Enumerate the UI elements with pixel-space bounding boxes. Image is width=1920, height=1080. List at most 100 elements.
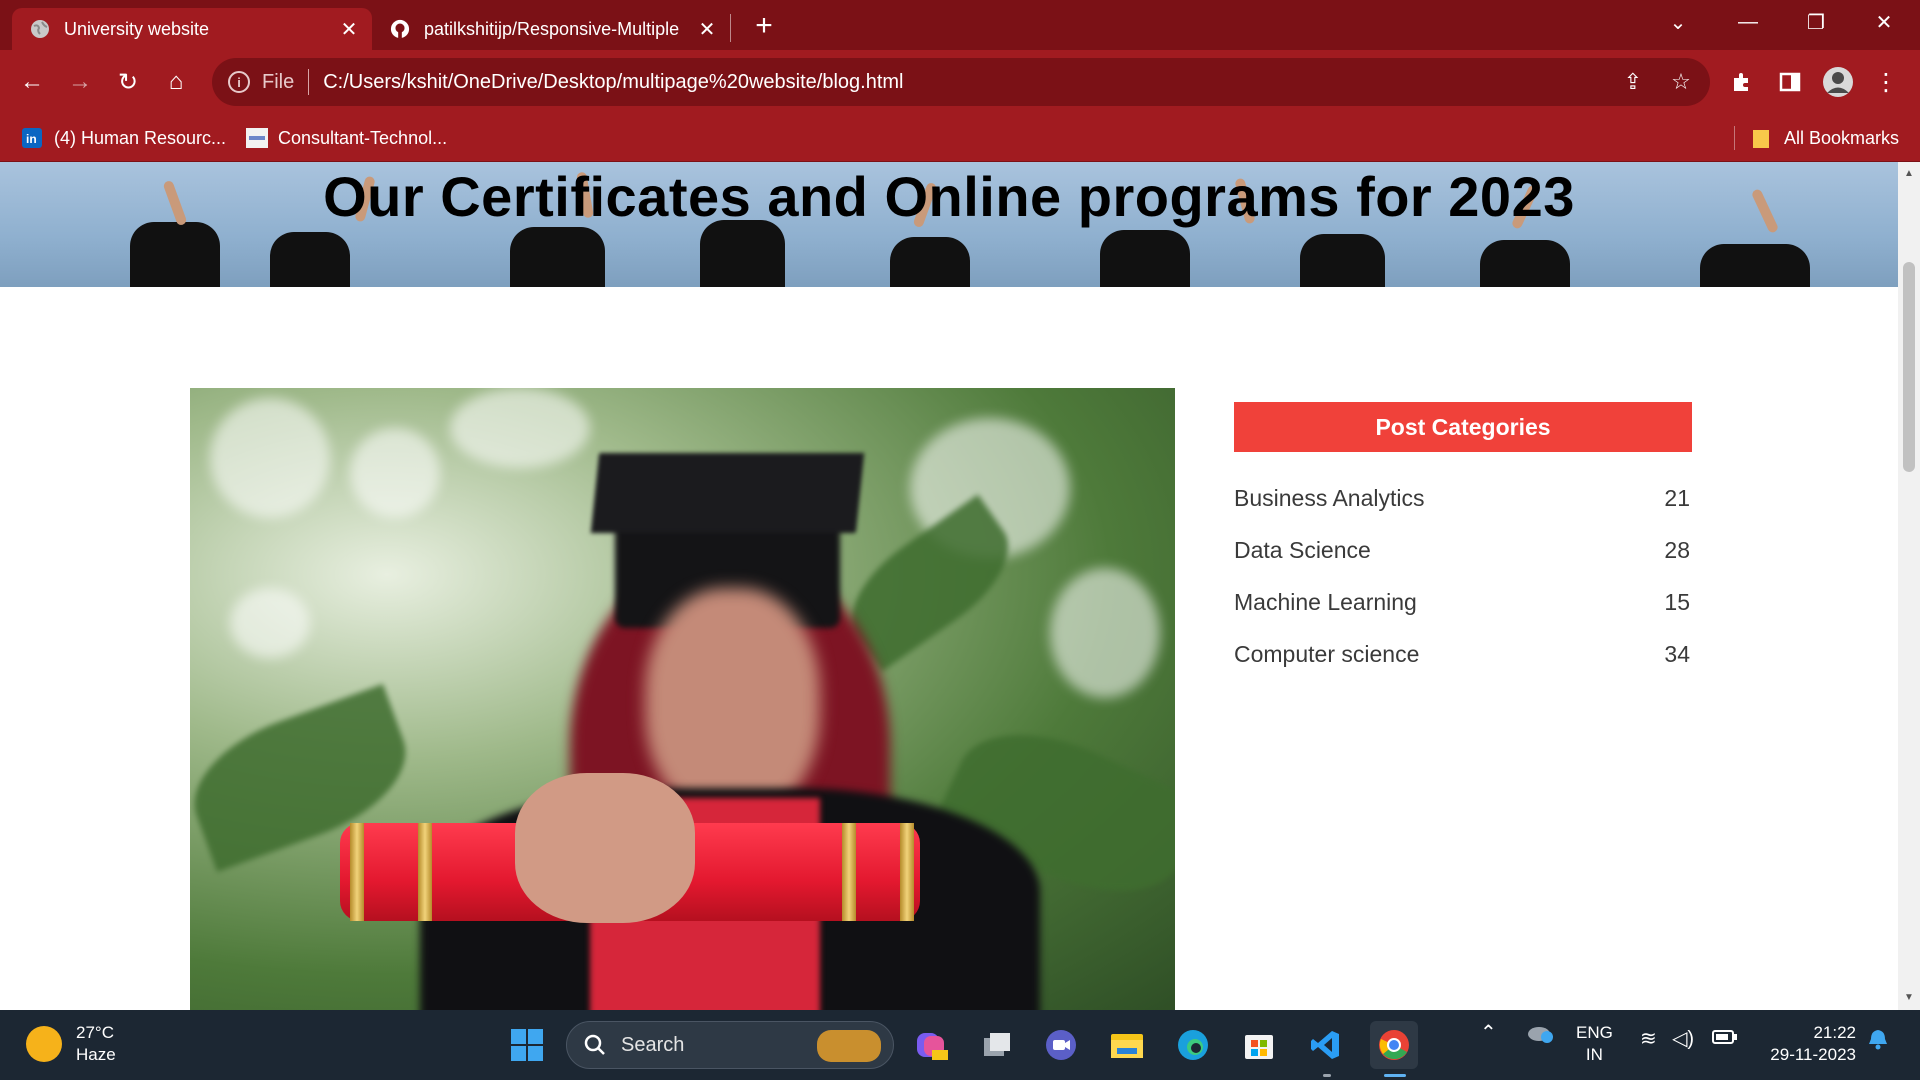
battery-icon[interactable]	[1712, 1028, 1738, 1052]
taskbar-search[interactable]: Search	[566, 1021, 894, 1069]
all-bookmarks-button[interactable]: All Bookmarks	[1752, 124, 1899, 152]
tab-github-repo[interactable]: patilkshitijp/Responsive-Multiple ✕	[372, 8, 730, 50]
restore-button[interactable]: ❐	[1788, 4, 1844, 40]
close-tab-icon[interactable]: ✕	[692, 14, 722, 44]
onedrive-icon[interactable]	[1526, 1022, 1554, 1050]
tray-overflow-chevron-icon[interactable]: ⌃	[1480, 1022, 1497, 1044]
clock-date: 29-11-2023	[1770, 1045, 1856, 1064]
scrollbar-thumb[interactable]	[1903, 262, 1915, 472]
side-panel-icon[interactable]	[1770, 62, 1810, 102]
minimize-button[interactable]: —	[1720, 4, 1776, 40]
linkedin-icon: in	[22, 128, 42, 148]
category-name: Machine Learning	[1234, 588, 1417, 615]
tab-title: patilkshitijp/Responsive-Multiple	[424, 18, 680, 39]
globe-icon	[30, 19, 50, 39]
tab-university-website[interactable]: University website ✕	[12, 8, 372, 50]
bookmark-human-resources[interactable]: in (4) Human Resourc...	[22, 124, 226, 152]
bookmark-consultant[interactable]: Consultant-Technol...	[246, 124, 447, 152]
system-clock[interactable]: 21:22 29-11-2023	[1760, 1022, 1856, 1066]
volume-icon[interactable]: ◁)	[1672, 1028, 1694, 1050]
language-code: ENG	[1576, 1023, 1613, 1042]
windows-start-icon[interactable]	[506, 1024, 548, 1066]
page-scrollbar[interactable]: ▲ ▼	[1898, 162, 1920, 1010]
tab-strip: University website ✕ patilkshitijp/Respo…	[0, 0, 1920, 50]
bookmarks-bar: in (4) Human Resourc... Consultant-Techn…	[0, 114, 1920, 162]
home-icon[interactable]: ⌂	[156, 62, 196, 102]
folder-icon	[1752, 128, 1772, 148]
hero-figure	[510, 227, 605, 287]
address-bar[interactable]: i File C:/Users/kshit/OneDrive/Desktop/m…	[212, 58, 1710, 106]
hero-figure	[1100, 230, 1190, 287]
category-data-science[interactable]: Data Science 28	[1234, 524, 1692, 576]
windows-taskbar: 27°C Haze Search ⌃ ENG IN ≋ ◁) 21:22 29-…	[0, 1010, 1920, 1080]
language-indicator[interactable]: ENG IN	[1576, 1022, 1613, 1066]
category-name: Computer science	[1234, 640, 1420, 667]
tab-search-chevron-icon[interactable]: ⌄	[1650, 4, 1706, 40]
category-business-analytics[interactable]: Business Analytics 21	[1234, 472, 1692, 524]
file-explorer-icon[interactable]	[1106, 1024, 1148, 1066]
close-window-button[interactable]: ✕	[1856, 4, 1912, 40]
category-machine-learning[interactable]: Machine Learning 15	[1234, 576, 1692, 628]
back-arrow-icon[interactable]: ←	[12, 62, 52, 102]
profile-avatar[interactable]	[1818, 62, 1858, 102]
category-count: 28	[1664, 536, 1690, 563]
search-label: Search	[621, 1033, 685, 1056]
reload-icon[interactable]: ↻	[108, 62, 148, 102]
page-viewport: Our Certificates and Online programs for…	[0, 162, 1898, 1010]
new-tab-button[interactable]: +	[748, 9, 780, 42]
microsoft-store-icon[interactable]	[1238, 1024, 1280, 1066]
browser-toolbar: ← → ↻ ⌂ i File C:/Users/kshit/OneDrive/D…	[0, 50, 1920, 114]
category-count: 15	[1664, 588, 1690, 615]
running-indicator	[1323, 1074, 1331, 1077]
haze-sun-icon	[26, 1026, 62, 1062]
category-count: 21	[1664, 484, 1690, 511]
clock-time: 21:22	[1813, 1023, 1856, 1042]
share-icon[interactable]: ⇪	[1618, 67, 1648, 97]
hero-figure	[1300, 234, 1385, 287]
category-list: Business Analytics 21 Data Science 28 Ma…	[1234, 472, 1692, 680]
vscode-icon[interactable]	[1304, 1024, 1346, 1066]
hero-figure	[270, 232, 350, 287]
all-bookmarks-label: All Bookmarks	[1784, 127, 1900, 148]
bookmarks-divider	[1734, 126, 1735, 150]
page-icon	[246, 128, 268, 148]
url-text[interactable]: C:/Users/kshit/OneDrive/Desktop/multipag…	[323, 71, 903, 94]
post-categories-heading: Post Categories	[1234, 402, 1692, 452]
tab-title: University website	[64, 18, 210, 39]
search-highlight-image	[817, 1030, 881, 1062]
forward-arrow-icon[interactable]: →	[60, 62, 100, 102]
category-count: 34	[1664, 640, 1690, 667]
hero-figure	[1480, 240, 1570, 287]
notification-bell-icon[interactable]	[1868, 1028, 1888, 1056]
site-info-icon[interactable]: i	[228, 71, 250, 93]
wifi-icon[interactable]: ≋	[1640, 1028, 1657, 1050]
hero-figure	[1700, 244, 1810, 287]
menu-kebab-icon[interactable]: ⋮	[1866, 62, 1906, 102]
tab-divider	[730, 14, 731, 42]
close-tab-icon[interactable]: ✕	[334, 14, 364, 44]
active-indicator	[1384, 1074, 1406, 1077]
weather-temp: 27°C	[76, 1023, 114, 1042]
url-scheme: File	[262, 70, 295, 93]
chrome-icon[interactable]	[1370, 1021, 1418, 1069]
extensions-puzzle-icon[interactable]	[1722, 62, 1762, 102]
search-icon	[583, 1033, 607, 1057]
category-name: Data Science	[1234, 536, 1371, 563]
bookmark-label: Consultant-Technol...	[278, 127, 448, 148]
page-title: Our Certificates and Online programs for…	[323, 165, 1575, 228]
bookmark-star-icon[interactable]: ☆	[1666, 67, 1696, 97]
scroll-up-arrow-icon[interactable]: ▲	[1903, 168, 1915, 180]
graduate-photo	[190, 388, 1175, 1010]
copilot-icon[interactable]	[910, 1024, 952, 1066]
scheme-divider	[308, 69, 310, 95]
teams-chat-icon[interactable]	[1040, 1024, 1082, 1066]
scroll-down-arrow-icon[interactable]: ▼	[1903, 992, 1915, 1004]
weather-widget[interactable]: 27°C Haze	[26, 1022, 116, 1066]
task-view-icon[interactable]	[976, 1024, 1018, 1066]
edge-browser-icon[interactable]	[1172, 1024, 1214, 1066]
svg-text:in: in	[26, 132, 37, 146]
hero-banner: Our Certificates and Online programs for…	[0, 162, 1898, 287]
category-computer-science[interactable]: Computer science 34	[1234, 628, 1692, 680]
github-icon	[390, 19, 410, 39]
post-categories-widget: Post Categories Business Analytics 21 Da…	[1234, 402, 1692, 680]
